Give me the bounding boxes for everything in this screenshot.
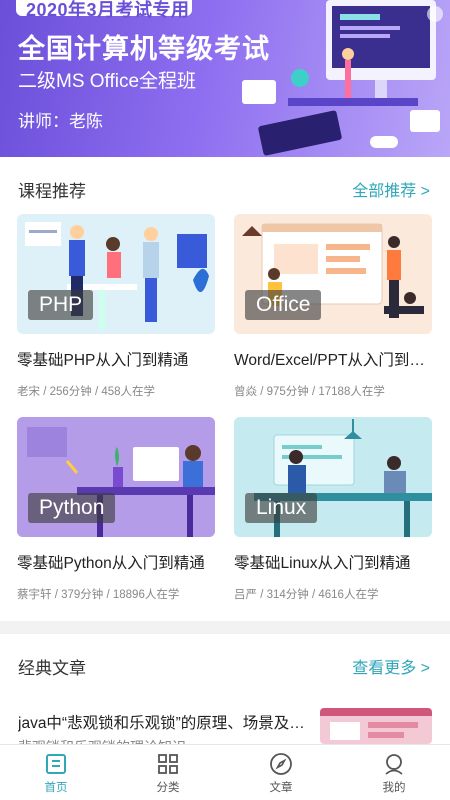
course-title: 零基础Linux从入门到精通 [234, 555, 411, 572]
banner-subtitle: 二级MS Office全程班 [18, 71, 197, 92]
course-card-office[interactable]: Office Word/Excel/PPT从入门到精通 曾焱 / 975分钟 /… [234, 214, 432, 399]
article-title: java中“悲观锁和乐观锁”的原理、场景及实现方法 [18, 715, 308, 732]
course-thumbnail: Office [234, 214, 432, 334]
course-thumbnail: Linux [234, 417, 432, 537]
course-thumbnail: PHP [17, 214, 215, 334]
course-title: Word/Excel/PPT从入门到精通 [234, 352, 432, 369]
courses-section: 课程推荐 全部推荐 > PHP 零基础PHP从入门到精通 老宋 / 256分钟 … [0, 157, 450, 621]
section-title: 课程推荐 [18, 182, 86, 201]
tab-home[interactable]: 首页 [0, 745, 112, 800]
course-badge: Office [245, 290, 322, 320]
course-card-python[interactable]: Python 零基础Python从入门到精通 蔡宇轩 / 379分钟 / 188… [17, 417, 215, 602]
tab-articles[interactable]: 文章 [225, 745, 337, 800]
article-thumbnail[interactable] [320, 708, 432, 744]
course-meta: 吕严 / 314分钟 / 4616人在学 [234, 589, 379, 601]
tab-profile[interactable]: 我的 [338, 745, 450, 800]
course-badge: PHP [28, 290, 94, 320]
promo-banner[interactable]: 2020年3月考试专用 全国计算机等级考试 二级MS Office全程班 讲师：… [0, 0, 450, 157]
course-title: 零基础Python从入门到精通 [17, 555, 205, 572]
bottom-tab-bar: 首页 分类 文章 我的 [0, 744, 450, 800]
grid-icon [158, 754, 178, 774]
course-card-php[interactable]: PHP 零基础PHP从入门到精通 老宋 / 256分钟 / 458人在学 [17, 214, 215, 399]
course-meta: 蔡宇轩 / 379分钟 / 18896人在学 [17, 589, 180, 601]
courses-header: 课程推荐 全部推荐 > [18, 177, 430, 201]
tab-label: 分类 [156, 782, 180, 794]
course-card-linux[interactable]: Linux 零基础Linux从入门到精通 吕严 / 314分钟 / 4616人在… [234, 417, 432, 602]
see-more-link[interactable]: 查看更多 > [352, 654, 430, 678]
course-badge: Linux [245, 493, 318, 523]
banner-title: 全国计算机等级考试 [18, 34, 270, 64]
banner-teacher: 讲师：老陈 [18, 112, 103, 131]
all-recommended-link[interactable]: 全部推荐 > [352, 177, 430, 201]
article-illustration [320, 708, 432, 744]
course-meta: 老宋 / 256分钟 / 458人在学 [17, 386, 156, 398]
articles-header: 经典文章 查看更多 > [18, 654, 430, 678]
tab-label: 首页 [44, 782, 68, 794]
tab-category[interactable]: 分类 [112, 745, 224, 800]
course-title: 零基础PHP从入门到精通 [17, 352, 189, 369]
user-icon [385, 754, 403, 775]
course-badge: Python [28, 493, 116, 523]
tab-label: 我的 [382, 782, 406, 794]
banner-tag: 2020年3月考试专用 [16, 0, 192, 20]
section-title: 经典文章 [18, 659, 86, 678]
course-thumbnail: Python [17, 417, 215, 537]
course-meta: 曾焱 / 975分钟 / 17188人在学 [234, 386, 385, 398]
compass-icon [270, 753, 292, 775]
banner-illustration [242, 0, 443, 156]
tab-label: 文章 [269, 782, 293, 794]
home-icon [46, 754, 66, 774]
articles-section: 经典文章 查看更多 > java中“悲观锁和乐观锁”的原理、场景及实现方法 悲观… [0, 634, 450, 751]
